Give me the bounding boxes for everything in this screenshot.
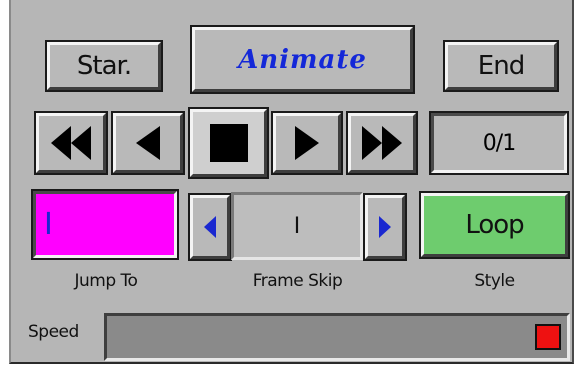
jump-to-label: Jump To (74, 271, 138, 291)
speed-slider[interactable] (104, 313, 570, 361)
stop-button[interactable] (188, 107, 269, 179)
fast-forward-icon (362, 126, 402, 160)
fast-forward-button[interactable] (346, 111, 418, 175)
style-loop-button[interactable]: Loop (419, 191, 570, 259)
step-forward-icon (295, 126, 319, 160)
style-label: Style (474, 271, 515, 291)
animate-button[interactable]: Animate (190, 25, 415, 94)
frame-skip-increment-button[interactable] (363, 193, 407, 261)
animate-button-label: Animate (238, 44, 367, 75)
frame-skip-label: Frame Skip (252, 271, 343, 291)
end-button[interactable]: End (443, 40, 559, 92)
step-back-button[interactable] (111, 111, 185, 175)
style-loop-label: Loop (465, 210, 524, 240)
right-arrow-icon (379, 216, 391, 238)
step-forward-button[interactable] (271, 111, 343, 175)
start-button-label: Star. (76, 51, 132, 81)
frame-counter-value: 0/1 (482, 130, 516, 156)
frame-skip-value-field[interactable]: I (231, 192, 363, 260)
step-back-icon (136, 126, 160, 160)
speed-label: Speed (28, 322, 79, 342)
frame-skip-decrement-button[interactable] (188, 193, 232, 261)
start-button[interactable]: Star. (45, 40, 163, 92)
left-arrow-icon (204, 216, 216, 238)
jump-to-field[interactable]: I (31, 189, 179, 260)
fast-rewind-button[interactable] (34, 111, 108, 175)
fast-rewind-icon (51, 126, 91, 160)
jump-to-value: I (44, 207, 53, 242)
frame-counter: 0/1 (429, 111, 569, 175)
stop-icon (209, 124, 248, 162)
speed-slider-thumb[interactable] (535, 324, 561, 350)
frame-skip-value: I (293, 213, 301, 239)
end-button-label: End (477, 51, 525, 81)
